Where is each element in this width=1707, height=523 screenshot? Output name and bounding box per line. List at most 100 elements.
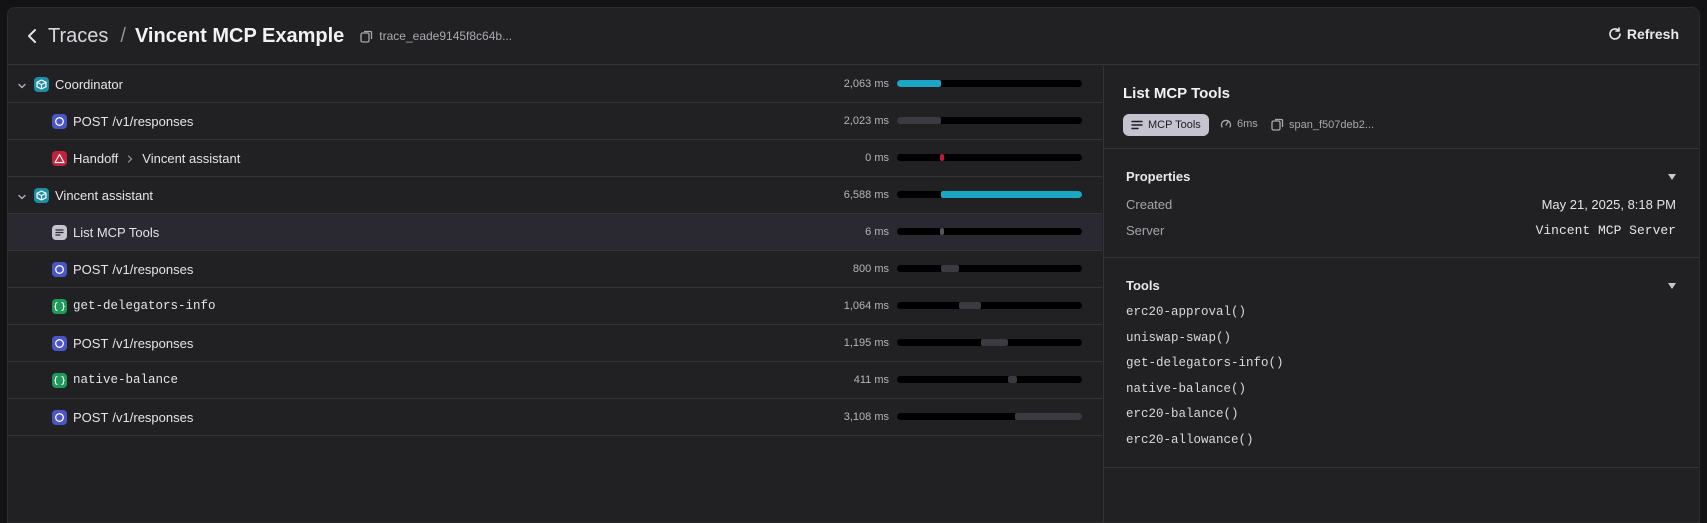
gauge-icon — [1220, 119, 1232, 128]
tool-item: uniswap-swap() — [1126, 331, 1232, 345]
tool-item: erc20-balance() — [1126, 407, 1239, 421]
duration-meta: 6ms — [1220, 118, 1258, 130]
properties-toggle[interactable]: Properties — [1126, 169, 1190, 184]
span-row[interactable]: POST/v1/responses 2,023 ms — [8, 103, 1102, 140]
detail-header: List MCP Tools MCP Tools 6ms span_f507de… — [1104, 66, 1699, 149]
span-name: Vincent assistant — [55, 188, 154, 203]
refresh-label: Refresh — [1626, 26, 1679, 42]
span-label: get-delegators-info — [73, 299, 216, 313]
function-icon — [52, 373, 67, 388]
copy-icon[interactable] — [360, 30, 373, 43]
server-label: Server — [1126, 223, 1165, 238]
tools-toggle[interactable]: Tools — [1126, 278, 1160, 293]
created-value: May 21, 2025, 8:18 PM — [1541, 197, 1676, 212]
span-id[interactable]: span_f507deb2... — [1271, 118, 1374, 131]
list-icon — [1131, 120, 1143, 130]
span-duration: 3,108 ms — [843, 411, 889, 423]
span-row[interactable]: get-delegators-info 1,064 ms — [8, 288, 1102, 325]
timeline-bar — [981, 339, 1008, 346]
span-label: Coordinator — [55, 77, 123, 92]
response-icon — [52, 262, 67, 277]
span-type-badge: MCP Tools — [1123, 114, 1209, 136]
span-name: List MCP Tools — [73, 225, 160, 240]
span-duration: 1,064 ms — [843, 300, 889, 312]
span-row[interactable]: Vincent assistant 6,588 ms — [8, 177, 1102, 214]
span-name: POST — [73, 114, 109, 129]
breadcrumb-separator: / — [120, 24, 126, 47]
span-row[interactable]: Coordinator 2,063 ms — [8, 66, 1102, 103]
page-title: Vincent MCP Example — [134, 24, 345, 47]
timeline-track — [897, 302, 1082, 309]
properties-section: Properties Created May 21, 2025, 8:18 PM… — [1104, 149, 1699, 258]
timeline-bar — [959, 302, 981, 309]
span-label: List MCP Tools — [73, 225, 159, 240]
tool-item: erc20-approval() — [1126, 305, 1247, 319]
refresh-button[interactable]: Refresh — [1608, 26, 1679, 42]
span-duration: 6,588 ms — [843, 189, 889, 201]
breadcrumb-traces[interactable]: Traces — [48, 25, 108, 48]
span-name: get-delegators-info — [73, 299, 216, 313]
handoff-icon — [52, 151, 67, 166]
span-target: Vincent assistant — [142, 151, 241, 166]
timeline-bar — [897, 117, 941, 124]
span-row[interactable]: POST/v1/responses 3,108 ms — [8, 399, 1102, 436]
timeline-track — [897, 376, 1082, 383]
span-row[interactable]: native-balance 411 ms — [8, 362, 1102, 399]
chevron-down-icon[interactable] — [17, 189, 27, 207]
caret-down-icon[interactable] — [1668, 174, 1676, 180]
span-row[interactable]: POST/v1/responses 800 ms — [8, 251, 1102, 288]
span-label: POST/v1/responses — [73, 410, 193, 425]
trace-id-text: trace_eade9145f8c64b... — [379, 29, 513, 43]
span-row[interactable]: List MCP Tools 6 ms — [8, 214, 1102, 251]
detail-title: List MCP Tools — [1123, 85, 1230, 102]
timeline-bar — [897, 80, 941, 87]
timeline-track — [897, 265, 1082, 272]
copy-icon[interactable] — [1271, 118, 1284, 131]
timeline-track — [897, 117, 1082, 124]
tool-item: get-delegators-info() — [1126, 356, 1284, 370]
chevron-left-icon[interactable] — [22, 26, 42, 46]
span-label: POST/v1/responses — [73, 262, 193, 277]
span-duration: 6 ms — [865, 226, 889, 238]
tools-section: Tools erc20-approval() uniswap-swap() ge… — [1104, 258, 1699, 468]
timeline-track — [897, 339, 1082, 346]
timeline-track — [897, 80, 1082, 87]
timeline-bar — [1015, 413, 1082, 420]
span-tree: Coordinator 2,063 ms POST/v1/responses 2,02… — [8, 66, 1102, 436]
span-name: POST — [73, 262, 109, 277]
agent-icon — [34, 188, 49, 203]
list-icon — [52, 225, 67, 240]
timeline-track — [897, 154, 1082, 161]
header: Traces / Vincent MCP Example trace_eade9… — [8, 8, 1699, 65]
span-target: /v1/responses — [112, 114, 194, 129]
span-row[interactable]: Handoff Vincent assistant 0 ms — [8, 140, 1102, 177]
server-value: Vincent MCP Server — [1535, 223, 1676, 238]
response-icon — [52, 410, 67, 425]
span-name: native-balance — [73, 373, 179, 387]
caret-down-icon[interactable] — [1668, 283, 1676, 289]
chevron-right-icon — [126, 152, 134, 166]
trace-id[interactable]: trace_eade9145f8c64b... — [360, 29, 512, 43]
span-target: /v1/responses — [112, 410, 194, 425]
span-id-text: span_f507deb2... — [1289, 118, 1375, 131]
trace-viewer: Traces / Vincent MCP Example trace_eade9… — [7, 7, 1700, 523]
span-name: POST — [73, 336, 109, 351]
span-target: /v1/responses — [112, 336, 194, 351]
span-row[interactable]: POST/v1/responses 1,195 ms — [8, 325, 1102, 362]
span-duration: 411 ms — [853, 374, 889, 386]
chevron-down-icon[interactable] — [17, 78, 27, 96]
span-name: Handoff — [73, 151, 119, 166]
timeline-bar — [940, 154, 944, 161]
refresh-icon — [1609, 27, 1621, 40]
span-target: /v1/responses — [112, 262, 194, 277]
response-icon — [52, 336, 67, 351]
response-icon — [52, 114, 67, 129]
tool-item: native-balance() — [1126, 382, 1247, 396]
timeline-bar — [941, 265, 959, 272]
timeline-track — [897, 191, 1082, 198]
span-label: Vincent assistant — [55, 188, 153, 203]
span-label: native-balance — [73, 373, 178, 387]
span-detail-panel: List MCP Tools MCP Tools 6ms span_f507de… — [1103, 66, 1699, 522]
timeline-track — [897, 413, 1082, 420]
timeline-bar — [1008, 376, 1017, 383]
